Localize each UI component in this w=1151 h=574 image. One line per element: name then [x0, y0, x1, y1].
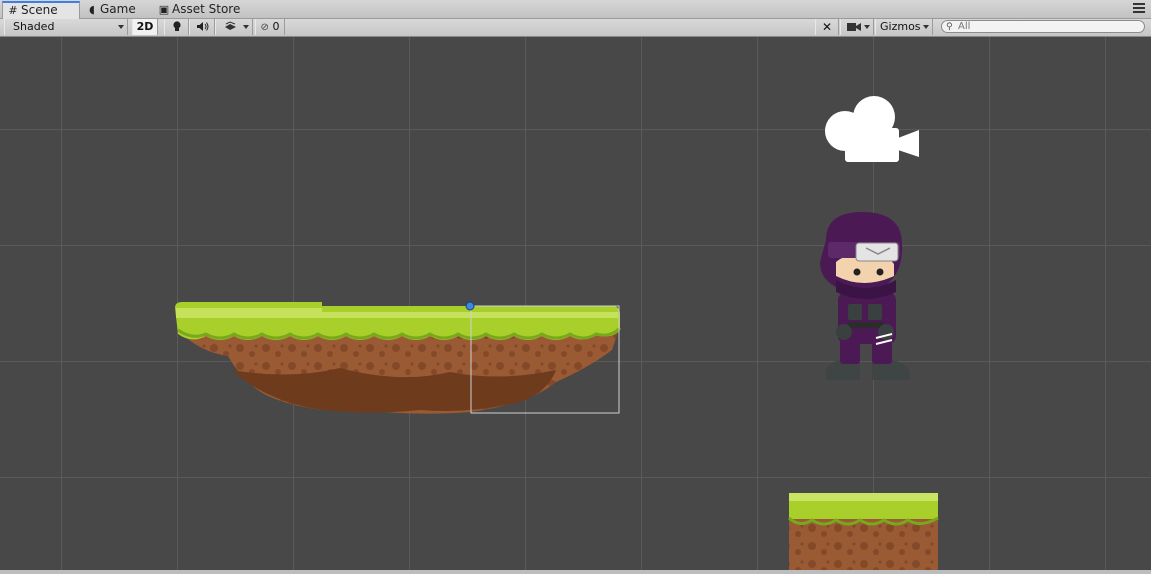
tab-scene[interactable]: # Scene — [2, 1, 80, 20]
scene-objects — [175, 96, 939, 574]
tab-game[interactable]: ◖ Game — [82, 2, 142, 18]
tools-button[interactable]: ✕ — [815, 19, 839, 35]
search-icon: ⚲ — [946, 22, 953, 32]
camera-settings-dropdown[interactable] — [840, 19, 874, 35]
tools-icon: ✕ — [821, 20, 833, 34]
grid-icon: # — [8, 4, 18, 17]
2d-mode-toggle[interactable]: 2D — [132, 19, 158, 35]
tab-game-label: Game — [100, 2, 136, 16]
window-tab-bar: # Scene ◖ Game ▣ Asset Store — [0, 0, 1151, 20]
gizmos-dropdown[interactable]: Gizmos — [875, 19, 933, 35]
draw-mode-label: Shaded — [13, 20, 55, 33]
pacman-icon: ◖ — [89, 3, 95, 16]
chevron-down-icon — [923, 25, 929, 29]
tab-scene-label: Scene — [21, 3, 58, 17]
tab-asset-store[interactable]: ▣ Asset Store — [154, 2, 246, 18]
lighting-toggle[interactable] — [164, 19, 189, 35]
audio-toggle[interactable] — [189, 19, 215, 35]
unity-scene-window: #Scene ◖ Game ▣Asset Store Shaded 2D ⊘ — [0, 0, 1151, 574]
draw-mode-dropdown[interactable]: Shaded — [4, 19, 128, 35]
2d-mode-label: 2D — [136, 20, 154, 33]
floating-platform[interactable] — [175, 302, 622, 414]
ground-tile[interactable] — [787, 493, 939, 574]
chevron-down-icon — [118, 25, 124, 29]
pivot-handle[interactable] — [465, 301, 475, 311]
tab-asset-store-label: Asset Store — [172, 2, 241, 16]
eye-slash-icon: ⊘ — [260, 22, 269, 33]
chevron-down-icon — [243, 25, 249, 29]
camera-icon — [847, 23, 861, 31]
chevron-down-icon — [864, 25, 870, 29]
ninja-character[interactable] — [820, 212, 910, 380]
camera-gizmo-icon[interactable] — [825, 96, 919, 162]
search-input[interactable] — [958, 21, 1138, 32]
hidden-count: 0 — [272, 20, 280, 33]
scene-toolbar: Shaded 2D ⊘ 0 ✕ Gizmos ⚲ All — [0, 19, 1151, 37]
gizmos-label: Gizmos — [880, 20, 921, 33]
speaker-icon — [196, 22, 208, 31]
lightbulb-icon — [172, 21, 181, 31]
scene-viewport[interactable] — [0, 37, 1151, 574]
store-icon: ▣ — [158, 3, 170, 16]
scene-search[interactable]: ⚲ — [941, 20, 1145, 33]
effects-icon — [225, 21, 236, 30]
window-bottom-border — [0, 570, 1151, 574]
hidden-objects-toggle[interactable]: ⊘ 0 — [255, 19, 285, 35]
tab-menu-icon[interactable] — [1133, 3, 1145, 15]
effects-dropdown[interactable] — [215, 19, 253, 35]
